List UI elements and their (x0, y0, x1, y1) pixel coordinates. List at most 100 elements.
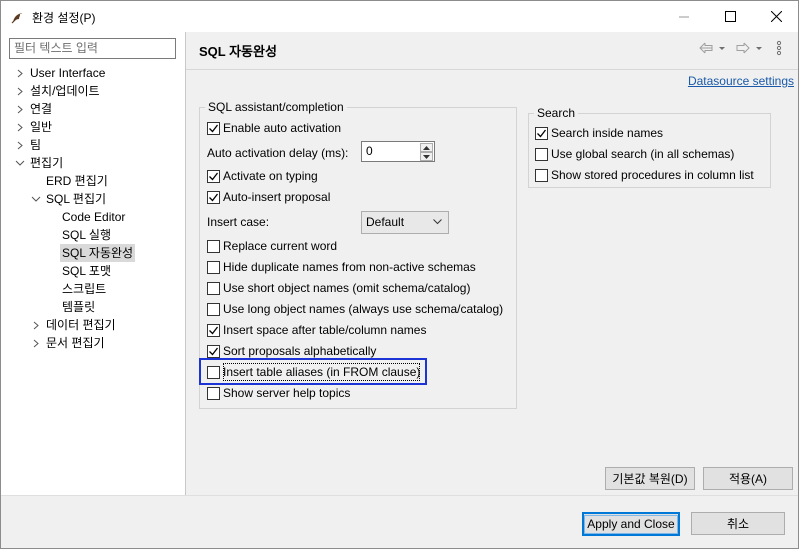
app-icon (11, 13, 23, 24)
button-label: 기본값 복원(D) (612, 472, 688, 486)
forward-dropdown-icon[interactable] (755, 40, 763, 56)
back-arrow-icon[interactable] (698, 40, 714, 56)
preferences-tree: 필터 텍스트 입력 User Interface 설치/업데이트 연결 일반 팀… (2, 32, 185, 495)
checkbox-label: Insert space after table/column names (223, 323, 427, 337)
close-button[interactable] (753, 1, 799, 32)
filter-placeholder: 필터 텍스트 입력 (14, 41, 98, 55)
spinner-down-button[interactable] (420, 152, 433, 161)
apply-button[interactable]: 적용(A) (703, 467, 793, 490)
checkmark-icon (209, 326, 219, 335)
tree-item-label: 편집기 (30, 156, 64, 170)
button-label: Apply and Close (584, 514, 678, 534)
delay-label: Auto activation delay (ms): (207, 146, 349, 160)
chevron-right-icon (33, 339, 39, 348)
checkbox-label: Use global search (in all schemas) (551, 147, 735, 161)
triangle-down-icon (423, 154, 430, 159)
insert-case-combo[interactable]: Default (361, 211, 449, 234)
chevron-right-icon (17, 123, 23, 132)
forward-arrow-icon[interactable] (735, 40, 751, 56)
chevron-down-icon (15, 160, 25, 166)
chevron-right-icon (33, 321, 39, 330)
checkbox-label: Show stored procedures in column list (551, 168, 754, 182)
chevron-right-icon (17, 69, 23, 78)
checkbox-box (207, 345, 220, 358)
back-dropdown-icon[interactable] (718, 40, 726, 56)
group-legend: Search (537, 106, 576, 120)
chevron-right-icon (17, 141, 23, 150)
tree-item-label: User Interface (30, 66, 106, 80)
preferences-window: 환경 설정(P) 필터 텍스트 입력 User Interface 설치/업데이… (0, 0, 799, 549)
checkmark-icon (537, 129, 547, 138)
tree-item-label: 데이터 편집기 (46, 318, 116, 332)
tree-item-label: 일반 (30, 120, 53, 134)
checkbox-box (207, 240, 220, 253)
filter-input[interactable]: 필터 텍스트 입력 (9, 38, 176, 59)
minimize-icon (679, 16, 689, 17)
checkbox-box (535, 148, 548, 161)
datasource-settings-link[interactable]: Datasource settings (688, 74, 794, 88)
apply-and-close-button[interactable]: Apply and Close (582, 512, 680, 536)
chevron-down-icon (433, 219, 442, 225)
group-legend: SQL assistant/completion (208, 100, 344, 114)
spinner-up-button[interactable] (420, 143, 433, 152)
chevron-right-icon (17, 105, 23, 114)
minimize-button[interactable] (661, 1, 707, 32)
checkbox-box (535, 127, 548, 140)
tree-item-label: ERD 편집기 (46, 174, 108, 188)
tree-item-label: SQL 편집기 (46, 192, 107, 206)
triangle-up-icon (423, 145, 430, 150)
checkbox-box (207, 282, 220, 295)
window-title: 환경 설정(P) (32, 11, 96, 25)
checkbox-box (207, 324, 220, 337)
checkmark-icon (209, 193, 219, 202)
title-separator (186, 69, 798, 70)
checkbox-box (207, 366, 220, 379)
more-menu-icon[interactable] (775, 40, 783, 56)
checkbox-label: Show server help topics (223, 386, 351, 400)
maximize-icon (724, 11, 736, 22)
tree-item-label: Code Editor (62, 210, 126, 224)
insert-case-value: Default (366, 215, 405, 229)
cancel-button[interactable]: 취소 (691, 512, 785, 535)
checkbox-box (207, 170, 220, 183)
maximize-button[interactable] (707, 1, 753, 32)
tree-item-label: 스크립트 (62, 282, 107, 296)
checkbox-label: Hide duplicate names from non-active sch… (223, 260, 476, 274)
checkbox-label: Search inside names (551, 126, 664, 140)
checkmark-icon (209, 172, 219, 181)
checkbox-box (207, 122, 220, 135)
tree-item-label: SQL 포맷 (62, 264, 111, 278)
checkbox-box (207, 387, 220, 400)
dialog-button-bar: Apply and Close 취소 (1, 495, 798, 548)
tree-item-label: 팀 (30, 138, 42, 152)
tree-item-label: SQL 자동완성 (60, 244, 136, 262)
checkbox-box (207, 261, 220, 274)
title-bar: 환경 설정(P) (1, 1, 798, 32)
page-title: SQL 자동완성 (199, 44, 277, 59)
checkbox-label: Insert table aliases (in FROM clause) (223, 363, 421, 381)
tree-item-label: 문서 편집기 (46, 336, 105, 350)
checkmark-icon (209, 124, 219, 133)
chevron-right-icon (17, 87, 23, 96)
close-icon (770, 11, 782, 22)
button-label: 적용(A) (728, 472, 768, 486)
checkbox-label: Activate on typing (223, 169, 318, 183)
restore-defaults-button[interactable]: 기본값 복원(D) (605, 467, 695, 490)
checkmark-icon (209, 347, 219, 356)
checkbox-box (535, 169, 548, 182)
preference-page: SQL 자동완성 Datasource settings SQL assista… (186, 32, 798, 495)
insert-case-label: Insert case: (207, 215, 270, 229)
checkbox-label: Use long object names (always use schema… (223, 302, 504, 316)
checkbox-label: Auto-insert proposal (223, 190, 331, 204)
tree-item-label: SQL 실행 (62, 228, 111, 242)
delay-value: 0 (366, 144, 373, 158)
tree-item-label: 템플릿 (62, 300, 96, 314)
checkbox-label: Use short object names (omit schema/cata… (223, 281, 471, 295)
checkbox-label: Replace current word (223, 239, 338, 253)
delay-spinner[interactable]: 0 (361, 141, 435, 162)
checkbox-box (207, 303, 220, 316)
chevron-down-icon (31, 196, 41, 202)
tree-item-label: 설치/업데이트 (30, 84, 100, 98)
tree-item-label: 연결 (30, 102, 53, 116)
checkbox-box (207, 191, 220, 204)
